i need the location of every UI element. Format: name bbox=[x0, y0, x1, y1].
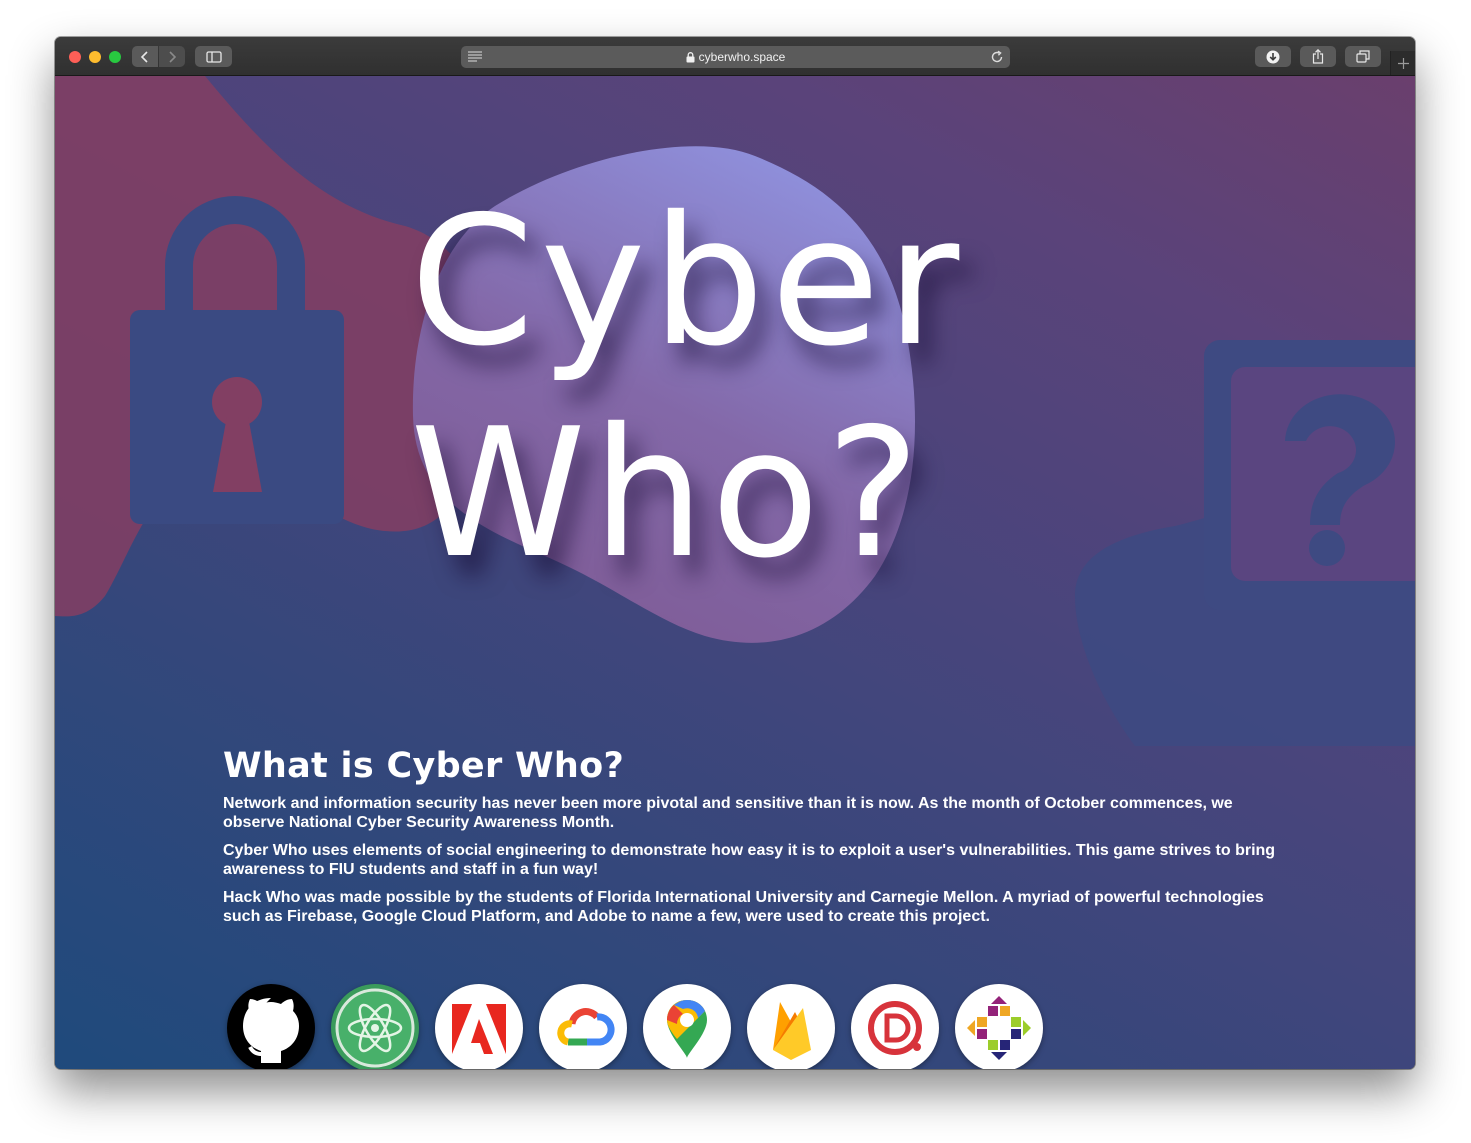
lock-icon bbox=[686, 51, 695, 62]
url-display: cyberwho.space bbox=[461, 46, 1010, 68]
atom-logo[interactable] bbox=[331, 984, 419, 1069]
share-button[interactable] bbox=[1300, 46, 1336, 67]
google-maps-logo[interactable] bbox=[643, 984, 731, 1069]
sidebar-toggle-button[interactable] bbox=[195, 46, 232, 67]
tabs-icon bbox=[1356, 50, 1370, 63]
github-icon bbox=[243, 998, 299, 1063]
about-paragraph-3: Hack Who was made possible by the studen… bbox=[223, 889, 1264, 925]
sidebar-icon bbox=[205, 50, 222, 63]
atom-icon bbox=[335, 988, 415, 1068]
reload-icon[interactable] bbox=[990, 50, 1004, 64]
browser-window: cyberwho.space Cyber Who? What is Cyber … bbox=[55, 37, 1415, 1069]
chevron-right-icon bbox=[169, 50, 177, 63]
hero-title-line-2: Who? bbox=[410, 390, 927, 597]
web-page: Cyber Who? What is Cyber Who? Network an… bbox=[55, 76, 1415, 1069]
download-icon bbox=[1266, 50, 1280, 63]
centos-logo[interactable] bbox=[955, 984, 1043, 1069]
back-button[interactable] bbox=[132, 46, 158, 67]
plus-icon bbox=[1398, 57, 1409, 69]
debian-icon bbox=[868, 1001, 922, 1055]
debian-logo[interactable] bbox=[851, 984, 939, 1069]
firebase-logo[interactable] bbox=[747, 984, 835, 1069]
minimize-window-button[interactable] bbox=[89, 51, 101, 63]
about-paragraph-2: Cyber Who uses elements of social engine… bbox=[223, 842, 1276, 878]
tab-overview-button[interactable] bbox=[1345, 46, 1381, 67]
close-window-button[interactable] bbox=[69, 51, 81, 63]
google-cloud-logo[interactable] bbox=[539, 984, 627, 1069]
url-text: cyberwho.space bbox=[698, 50, 786, 64]
adobe-icon bbox=[452, 1004, 506, 1054]
browser-toolbar: cyberwho.space bbox=[55, 37, 1415, 76]
forward-button[interactable] bbox=[159, 46, 185, 67]
address-bar[interactable]: cyberwho.space bbox=[461, 46, 1010, 68]
adobe-logo[interactable] bbox=[435, 984, 523, 1069]
firebase-icon bbox=[773, 1002, 811, 1060]
about-heading: What is Cyber Who? bbox=[223, 746, 625, 786]
about-section: What is Cyber Who? Network and informati… bbox=[223, 746, 1283, 935]
chevron-left-icon bbox=[140, 50, 148, 63]
fullscreen-window-button[interactable] bbox=[109, 51, 121, 63]
new-tab-button[interactable] bbox=[1390, 51, 1415, 75]
hero-title: Cyber Who? bbox=[410, 176, 1030, 600]
share-icon bbox=[1312, 49, 1324, 64]
centos-icon bbox=[967, 996, 1031, 1060]
google-maps-icon bbox=[667, 1000, 707, 1058]
google-cloud-icon bbox=[557, 1008, 615, 1046]
github-logo[interactable] bbox=[227, 984, 315, 1069]
downloads-button[interactable] bbox=[1255, 46, 1291, 67]
hero-title-line-1: Cyber bbox=[410, 178, 966, 385]
about-paragraph-1: Network and information security has nev… bbox=[223, 795, 1233, 831]
monitor-question-icon bbox=[1204, 340, 1415, 610]
